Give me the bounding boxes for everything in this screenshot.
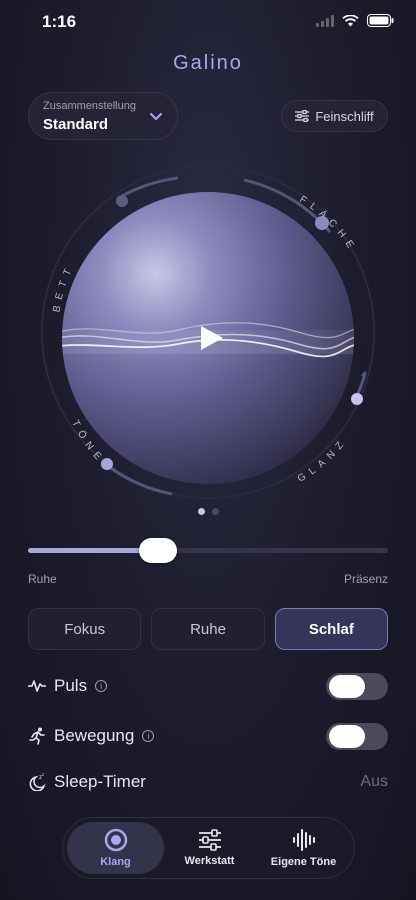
sleep-timer-value: Aus: [360, 773, 388, 790]
fine-tune-label: Feinschliff: [315, 108, 374, 124]
status-time: 1:16: [42, 12, 77, 31]
preset-label: Zusammenstellung: [43, 100, 136, 112]
moon-zz-icon: z z: [29, 773, 46, 791]
running-figure-icon: [29, 727, 45, 745]
svg-text:z: z: [42, 773, 45, 777]
fine-tune-button[interactable]: Feinschliff: [281, 100, 388, 132]
tab-werkstatt[interactable]: Werkstatt: [161, 822, 258, 874]
mode-schlaf-button[interactable]: Schlaf: [274, 608, 388, 650]
wifi-icon: [342, 14, 359, 26]
motion-label: Bewegung: [54, 726, 135, 745]
waveform-icon: [292, 829, 315, 851]
toggle-knob: [329, 675, 365, 698]
pager-dot-1[interactable]: [197, 508, 205, 515]
sleep-timer-label: Sleep-Timer: [54, 772, 146, 791]
mode-selector: Fokus Ruhe Schlaf: [28, 608, 388, 650]
preset-selector[interactable]: Zusammenstellung Standard: [28, 92, 178, 140]
tab-eigene-toene-label: Eigene Töne: [270, 856, 337, 868]
pulse-toggle[interactable]: [326, 673, 388, 700]
chevron-down-icon: [150, 113, 162, 121]
tab-bar: Klang Werkstatt Eigene Töne: [62, 817, 355, 879]
pulse-row: Puls i: [28, 671, 388, 701]
tab-werkstatt-label: Werkstatt: [184, 855, 235, 867]
mode-fokus-button[interactable]: Fokus: [28, 608, 142, 650]
motion-info-icon[interactable]: i: [142, 730, 155, 742]
pulse-label: Puls: [54, 676, 88, 695]
sound-orb[interactable]: BETT FLÄCHE TÖNE GLANZ: [38, 162, 378, 502]
status-icons: [316, 14, 394, 27]
preset-value: Standard: [43, 116, 109, 133]
knob-bett[interactable]: [116, 195, 128, 207]
slider-low-label: Ruhe: [28, 572, 57, 586]
slider-high-label: Präsenz: [343, 572, 388, 586]
mode-ruhe-button[interactable]: Ruhe: [151, 608, 265, 650]
signal-icon: [316, 14, 334, 27]
orb-pager: [0, 508, 416, 515]
app-title: Galino: [173, 52, 243, 74]
ruhe-praesenz-slider[interactable]: [28, 538, 388, 563]
pager-dot-2[interactable]: [211, 508, 219, 515]
knob-glanz[interactable]: [351, 393, 363, 405]
sliders-icon: [295, 110, 310, 122]
tab-klang[interactable]: Klang: [67, 822, 164, 874]
tab-klang-label: Klang: [100, 856, 131, 868]
slider-thumb[interactable]: [138, 538, 177, 563]
pulse-info-icon[interactable]: i: [95, 680, 108, 692]
circle-target-icon: [104, 828, 127, 852]
sleep-timer-row[interactable]: z z Sleep-Timer Aus: [28, 767, 388, 797]
toggle-knob: [329, 725, 365, 748]
motion-row: Bewegung i: [28, 721, 388, 751]
arc-bett: [121, 176, 179, 198]
motion-toggle[interactable]: [326, 723, 388, 750]
heartbeat-icon: [28, 680, 46, 692]
sliders-icon: [198, 829, 221, 851]
battery-icon: [367, 14, 394, 27]
tab-eigene-toene[interactable]: Eigene Töne: [255, 822, 352, 874]
